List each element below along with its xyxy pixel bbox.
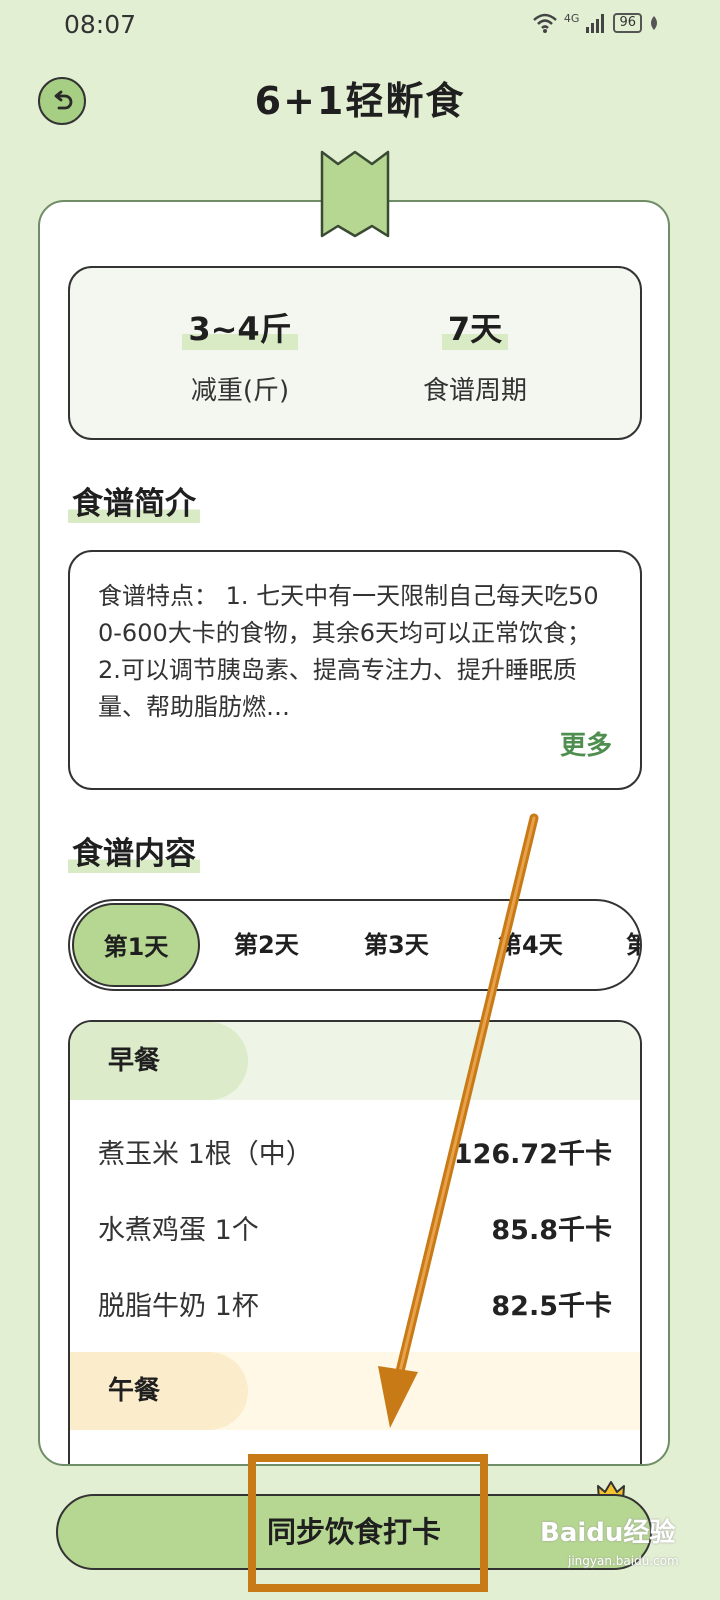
tab-day-4[interactable]: 第4天 xyxy=(498,901,563,989)
tab-day-2[interactable]: 第2天 xyxy=(234,901,299,989)
status-icons: 4G 96 xyxy=(532,12,660,34)
stat-label: 减重(斤) xyxy=(190,376,290,406)
intro-box: 食谱特点： 1. 七天中有一天限制自己每天吃500-600大卡的食物，其余6天均… xyxy=(68,550,642,790)
status-bar: 08:07 4G 96 xyxy=(0,0,720,52)
tab-day-1[interactable]: 第1天 xyxy=(72,903,200,987)
signal-icon xyxy=(586,14,605,33)
more-link[interactable]: 更多 xyxy=(560,725,612,762)
page-title: 6+1轻断食 xyxy=(254,79,466,123)
stat-label: 食谱周期 xyxy=(422,376,527,406)
network-type-label: 4G xyxy=(563,11,580,25)
watermark-logo: Baidu经验 xyxy=(540,1518,676,1548)
lunch-label: 午餐 xyxy=(70,1352,248,1430)
ribbon-bookmark-icon xyxy=(320,150,390,238)
content-heading: 食谱内容 xyxy=(68,828,200,873)
leaf-icon xyxy=(651,16,657,30)
day-tabs[interactable]: 第1天 第2天 第3天 第4天 第5天 xyxy=(68,899,642,991)
breakfast-header: 早餐 xyxy=(70,1022,640,1100)
recipe-card: 3~4斤 减重(斤) 7天 食谱周期 食谱简介 食谱特点： 1. 七天中有一天限… xyxy=(38,200,670,1466)
wifi-icon xyxy=(533,13,557,33)
food-calories: 82.5千卡 xyxy=(491,1291,612,1322)
stats-panel: 3~4斤 减重(斤) 7天 食谱周期 xyxy=(68,266,642,440)
stat-value: 3~4斤 xyxy=(182,304,298,350)
food-calories: 85.8千卡 xyxy=(491,1215,612,1246)
food-calories: 126.72千卡 xyxy=(453,1139,612,1170)
tab-day-5[interactable]: 第5天 xyxy=(626,901,640,989)
food-name: 煮玉米 1根（中） xyxy=(98,1139,313,1170)
intro-heading: 食谱简介 xyxy=(68,478,200,523)
food-name: 水煮鸡蛋 1个 xyxy=(98,1215,259,1246)
breakfast-label: 早餐 xyxy=(70,1022,248,1100)
battery-indicator: 96 xyxy=(613,13,642,33)
stat-value: 7天 xyxy=(441,304,509,350)
stat-cycle: 7天 食谱周期 xyxy=(355,268,595,407)
meals-panel: 早餐 煮玉米 1根（中） 126.72千卡 水煮鸡蛋 1个 85.8千卡 脱脂牛… xyxy=(68,1020,642,1464)
intro-text: 食谱特点： 1. 七天中有一天限制自己每天吃500-600大卡的食物，其余6天均… xyxy=(98,582,599,721)
lunch-header: 午餐 xyxy=(70,1352,640,1430)
food-name: 脱脂牛奶 1杯 xyxy=(98,1291,259,1322)
tab-day-3[interactable]: 第3天 xyxy=(364,901,429,989)
stat-weight-loss: 3~4斤 减重(斤) xyxy=(120,268,360,407)
status-time: 08:07 xyxy=(64,10,137,39)
watermark-url: jingyan.baidu.com xyxy=(568,1554,679,1568)
